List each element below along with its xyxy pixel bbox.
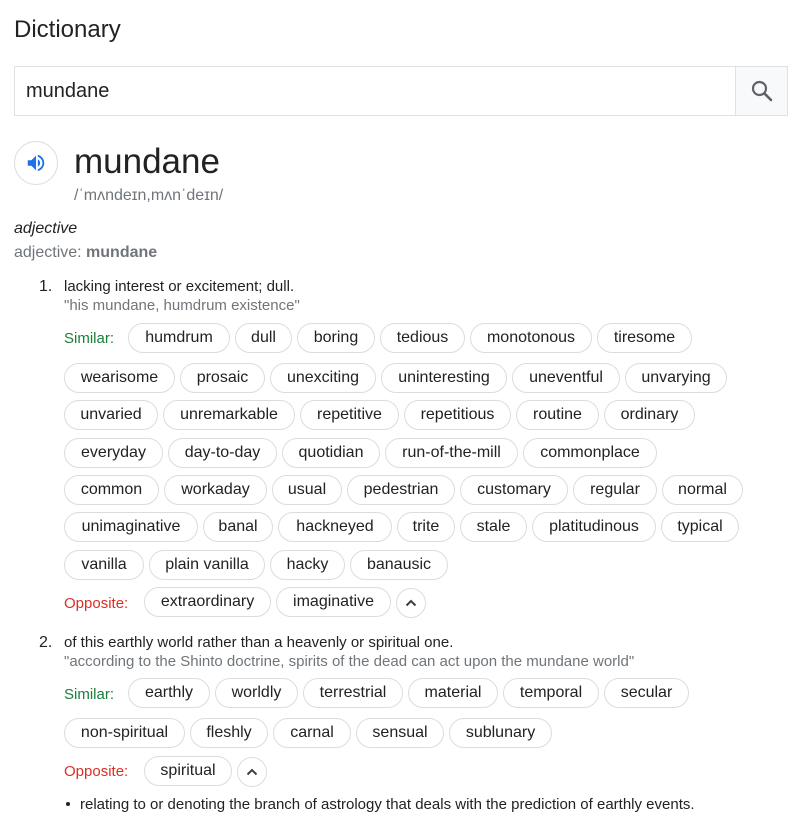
similar-chip[interactable]: tiresome [597, 323, 692, 353]
similar-chip[interactable]: commonplace [523, 438, 657, 468]
similar-chip[interactable]: repetitious [404, 400, 511, 430]
similar-chip[interactable]: unexciting [270, 363, 376, 393]
inflection-word: mundane [86, 244, 158, 261]
similar-chip[interactable]: secular [604, 678, 689, 708]
similar-chip[interactable]: quotidian [282, 438, 380, 468]
similar-chip[interactable]: usual [272, 475, 342, 505]
inflection-label: adjective: [14, 244, 87, 261]
similar-chip[interactable]: boring [297, 323, 375, 353]
similar-chip[interactable]: unvarying [625, 363, 727, 393]
similar-chip[interactable]: unimaginative [64, 512, 198, 542]
sense-example: "according to the Shinto doctrine, spiri… [64, 653, 635, 670]
similar-chip[interactable]: normal [662, 475, 743, 505]
similar-chip[interactable]: routine [516, 400, 599, 430]
similar-chip[interactable]: day-to-day [168, 438, 277, 468]
similar-chip[interactable]: terrestrial [303, 678, 403, 708]
subsense-text: relating to or denoting the branch of as… [80, 796, 695, 813]
similar-chip[interactable]: earthly [128, 678, 210, 708]
similar-chip[interactable]: uninteresting [381, 363, 507, 393]
similar-chip[interactable]: workaday [164, 475, 267, 505]
collapse-button[interactable] [396, 588, 426, 618]
similar-chip[interactable]: dull [235, 323, 292, 353]
sense-definition: lacking interest or excitement; dull. [64, 278, 295, 295]
search-box [14, 66, 788, 116]
speaker-icon [27, 154, 45, 172]
similar-chip[interactable]: regular [573, 475, 657, 505]
similar-chip[interactable]: banausic [350, 550, 448, 580]
similar-chip[interactable]: unvaried [64, 400, 158, 430]
opposite-label: Opposite: [64, 763, 129, 780]
similar-chip[interactable]: repetitive [300, 400, 399, 430]
similar-chip[interactable]: banal [203, 512, 273, 542]
collapse-button[interactable] [237, 757, 267, 787]
similar-chip[interactable]: typical [661, 512, 739, 542]
opposite-chip[interactable]: spiritual [144, 756, 232, 786]
similar-chip[interactable]: monotonous [470, 323, 592, 353]
similar-chip[interactable]: common [64, 475, 159, 505]
similar-chip[interactable]: run-of-the-mill [385, 438, 518, 468]
similar-chip[interactable]: sensual [356, 718, 444, 748]
similar-chip[interactable]: fleshly [190, 718, 268, 748]
bullet-dot [66, 802, 70, 807]
similar-chip[interactable]: humdrum [128, 323, 230, 353]
similar-chip[interactable]: stale [460, 512, 527, 542]
page-title: Dictionary [14, 16, 121, 43]
similar-chip[interactable]: carnal [273, 718, 351, 748]
chevron-up-icon [405, 599, 417, 607]
similar-label: Similar: [64, 330, 115, 347]
similar-chip[interactable]: hackneyed [278, 512, 392, 542]
similar-chip[interactable]: prosaic [180, 363, 265, 393]
similar-chip[interactable]: customary [460, 475, 568, 505]
opposite-chip[interactable]: extraordinary [144, 587, 271, 617]
search-button[interactable] [735, 67, 787, 115]
pronunciation-button[interactable] [14, 141, 58, 185]
similar-chip[interactable]: uneventful [512, 363, 620, 393]
sense-number: 2. [39, 634, 53, 651]
search-input[interactable] [15, 67, 735, 115]
search-icon [751, 80, 772, 102]
similar-chip[interactable]: hacky [270, 550, 345, 580]
sense-number: 1. [39, 278, 53, 295]
similar-chip[interactable]: vanilla [64, 550, 144, 580]
opposite-chip[interactable]: imaginative [276, 587, 391, 617]
sense-definition: of this earthly world rather than a heav… [64, 634, 454, 651]
similar-chip[interactable]: platitudinous [532, 512, 656, 542]
similar-chip[interactable]: unremarkable [163, 400, 295, 430]
similar-chip[interactable]: tedious [380, 323, 465, 353]
inflection: adjective: mundane [14, 244, 157, 262]
sense-example: "his mundane, humdrum existence" [64, 297, 300, 314]
similar-chip[interactable]: worldly [215, 678, 298, 708]
similar-label: Similar: [64, 686, 115, 703]
similar-chip[interactable]: sublunary [449, 718, 552, 748]
subsense: relating to or denoting the branch of as… [66, 796, 695, 813]
opposite-label: Opposite: [64, 595, 129, 612]
similar-chip[interactable]: material [408, 678, 498, 708]
part-of-speech: adjective [14, 220, 78, 237]
similar-chip[interactable]: temporal [503, 678, 599, 708]
similar-chip[interactable]: trite [397, 512, 455, 542]
similar-chip[interactable]: wearisome [64, 363, 175, 393]
similar-chip[interactable]: pedestrian [347, 475, 455, 505]
similar-chip[interactable]: plain vanilla [149, 550, 265, 580]
phonetic: /ˈmʌndeɪn,mʌnˈdeɪn/ [74, 187, 224, 204]
similar-chip[interactable]: everyday [64, 438, 163, 468]
headword: mundane [74, 142, 220, 181]
similar-chip[interactable]: ordinary [604, 400, 695, 430]
similar-chip[interactable]: non-spiritual [64, 718, 185, 748]
chevron-up-icon [246, 768, 258, 776]
